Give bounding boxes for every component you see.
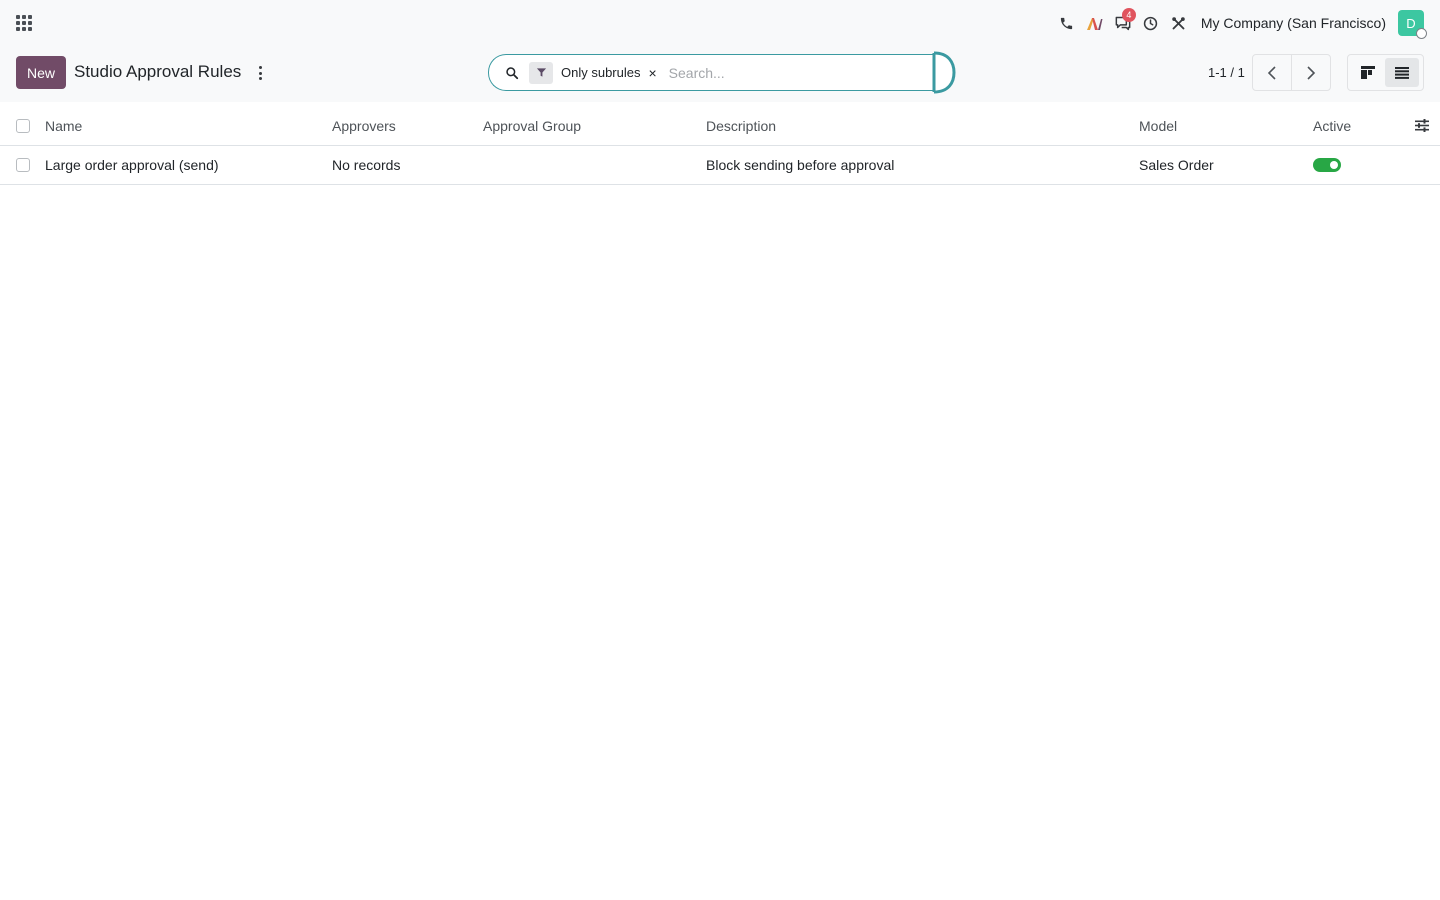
search-options-toggle-icon[interactable] — [931, 51, 957, 94]
user-avatar[interactable]: D — [1398, 10, 1427, 39]
company-switcher[interactable]: My Company (San Francisco) — [1201, 15, 1386, 31]
select-all-checkbox[interactable] — [16, 118, 30, 133]
row-select-cell — [16, 146, 30, 184]
column-header-model[interactable]: Model — [1139, 106, 1177, 145]
search-facet: Only subrules × — [529, 61, 657, 84]
apps-grid-icon[interactable] — [16, 15, 32, 31]
row-select-checkbox[interactable] — [16, 158, 30, 172]
cell-model[interactable]: Sales Order — [1139, 146, 1214, 184]
pager-next-button[interactable] — [1291, 55, 1330, 90]
column-header-active[interactable]: Active — [1313, 106, 1351, 145]
pager-buttons — [1252, 54, 1331, 91]
avatar-initial: D — [1406, 15, 1416, 31]
cell-name[interactable]: Large order approval (send) — [45, 146, 219, 184]
column-header-approval-group[interactable]: Approval Group — [483, 106, 581, 145]
view-switcher — [1347, 54, 1424, 91]
cell-active — [1313, 146, 1341, 184]
column-header-name[interactable]: Name — [45, 106, 82, 145]
optional-columns-icon[interactable] — [1415, 106, 1429, 145]
tools-icon[interactable] — [1165, 0, 1193, 46]
column-header-description[interactable]: Description — [706, 106, 776, 145]
search-bar: Only subrules × — [488, 54, 935, 91]
facet-label: Only subrules — [561, 65, 641, 80]
list-view-button[interactable] — [1385, 58, 1419, 87]
list-view-icon — [1395, 66, 1409, 79]
pager-value[interactable]: 1-1 / 1 — [1208, 65, 1245, 80]
messages-badge: 4 — [1121, 8, 1136, 22]
kanban-view-icon — [1361, 66, 1375, 79]
active-toggle[interactable] — [1313, 158, 1341, 172]
chevron-left-icon — [1267, 65, 1276, 80]
table-row[interactable]: Large order approval (send) No records B… — [0, 146, 1440, 185]
control-panel: New Studio Approval Rules Only subrules … — [0, 46, 1440, 102]
top-navbar: 4 My Company (San Francisco) D — [0, 0, 1440, 46]
systray: 4 My Company (San Francisco) D — [1053, 0, 1427, 46]
cell-approvers[interactable]: No records — [332, 146, 400, 184]
select-all-cell — [16, 106, 30, 145]
filter-icon — [529, 61, 553, 84]
phone-icon[interactable] — [1053, 0, 1081, 46]
actions-menu-icon[interactable] — [254, 64, 266, 82]
pager-previous-button[interactable] — [1253, 55, 1291, 90]
table-header: Name Approvers Approval Group Descriptio… — [0, 106, 1440, 146]
facet-remove-icon[interactable]: × — [648, 66, 656, 80]
cell-description[interactable]: Block sending before approval — [706, 146, 894, 184]
search-input[interactable] — [668, 57, 919, 88]
new-button[interactable]: New — [16, 56, 66, 89]
kanban-view-button[interactable] — [1351, 58, 1385, 87]
records-list: Name Approvers Approval Group Descriptio… — [0, 106, 1440, 185]
page-title: Studio Approval Rules — [74, 62, 242, 81]
chat-icon[interactable]: 4 — [1109, 0, 1137, 46]
chevron-right-icon — [1307, 65, 1316, 80]
search-icon[interactable] — [505, 66, 519, 80]
column-header-approvers[interactable]: Approvers — [332, 106, 396, 145]
ai-icon[interactable] — [1081, 0, 1109, 46]
presence-status-icon — [1416, 28, 1427, 39]
clock-icon[interactable] — [1137, 0, 1165, 46]
